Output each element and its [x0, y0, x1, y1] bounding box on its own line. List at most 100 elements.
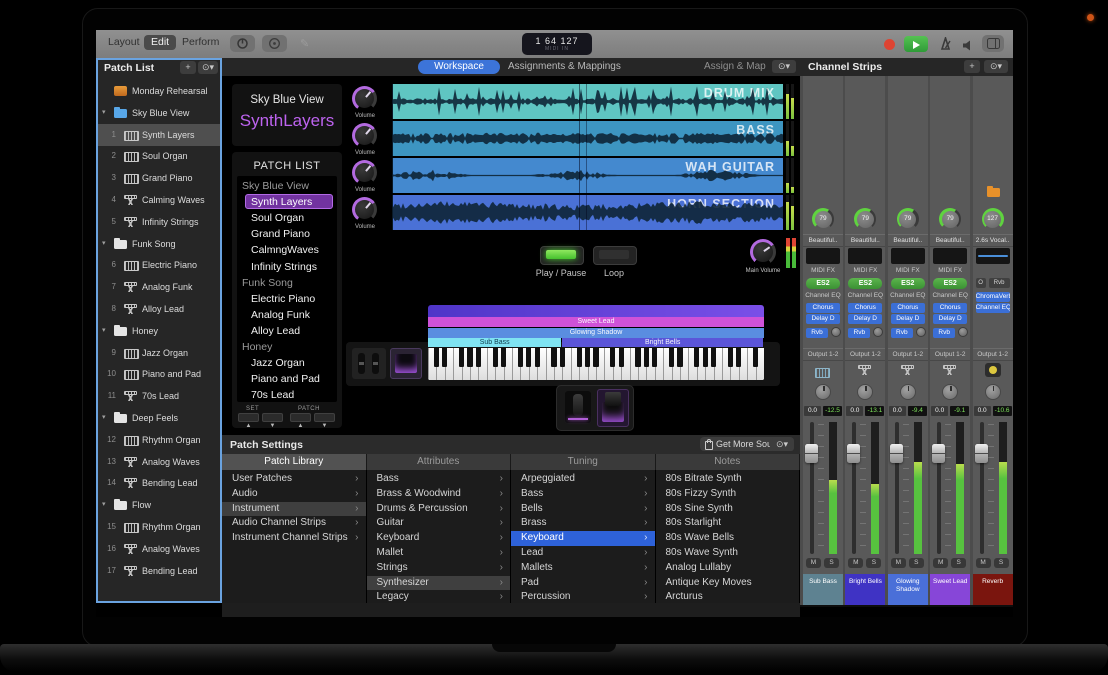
fader-track[interactable] — [852, 422, 856, 554]
browser-row[interactable]: Brass› — [511, 516, 655, 531]
output-label[interactable]: Output 1-2 — [973, 348, 1013, 361]
black-key[interactable] — [728, 348, 733, 367]
solo-button[interactable]: S — [824, 558, 839, 568]
browser-row[interactable]: 80s Wave Synth — [656, 546, 800, 561]
main-volume-knob[interactable] — [750, 239, 776, 265]
tab-attributes[interactable]: Attributes — [367, 454, 512, 470]
edit-pencil-icon[interactable]: ✎ — [300, 37, 309, 50]
browser-row[interactable]: Brass & Woodwind› — [367, 487, 511, 502]
output-label[interactable]: Output 1-2 — [888, 348, 928, 361]
solo-button[interactable]: S — [994, 558, 1009, 568]
black-key[interactable] — [577, 348, 582, 367]
patch-tree-row[interactable]: 4Calming Waves — [98, 189, 220, 211]
black-key[interactable] — [585, 348, 590, 367]
disclosure-triangle-icon[interactable]: ▾ — [102, 108, 106, 116]
black-key[interactable] — [535, 348, 540, 367]
solo-button[interactable]: S — [909, 558, 924, 568]
fader-cap[interactable] — [890, 444, 903, 463]
black-key[interactable] — [593, 348, 598, 367]
eq-thumbnail[interactable] — [848, 248, 882, 264]
widget-row-header[interactable]: Sky Blue View — [237, 178, 337, 194]
black-key[interactable] — [526, 348, 531, 367]
patch-list-menu-button[interactable]: ⊙▾ — [198, 61, 218, 74]
patch-tree-row[interactable]: ▾Deep Feels — [98, 407, 220, 429]
sustain-pedal[interactable] — [597, 389, 629, 427]
add-channel-strip-button[interactable]: + — [964, 60, 980, 73]
patch-down-button[interactable] — [290, 413, 311, 422]
pitch-wheel[interactable] — [358, 353, 365, 374]
widget-row-header[interactable]: Funk Song — [237, 275, 337, 291]
black-key[interactable] — [610, 348, 615, 367]
browser-row[interactable]: Mallets› — [511, 561, 655, 576]
fader-cap[interactable] — [847, 444, 860, 463]
mute-button[interactable]: M — [848, 558, 863, 568]
layer-band[interactable]: Bright Bells — [562, 338, 763, 347]
black-key[interactable] — [560, 348, 565, 367]
send-slot-rvb[interactable]: Rvb — [933, 328, 955, 338]
black-key[interactable] — [711, 348, 716, 367]
widget-row-item[interactable]: CalmngWaves — [237, 242, 337, 258]
channel-strips-menu-button[interactable]: ⊙▾ — [984, 60, 1008, 73]
browser-row[interactable]: Drums & Percussion› — [367, 502, 511, 517]
channel-eq-dim-label[interactable]: Channel EQ — [888, 292, 928, 299]
workspace-menu-button[interactable]: ⊙▾ — [772, 60, 796, 73]
widget-row-item[interactable]: Infinity Strings — [237, 259, 337, 275]
patch-tree-row[interactable]: 1Synth Layers — [98, 124, 220, 146]
black-key[interactable] — [669, 348, 674, 367]
audio-fx-slot[interactable]: Chorus — [848, 303, 882, 313]
black-key[interactable] — [652, 348, 657, 367]
disclosure-triangle-icon[interactable]: ▾ — [102, 239, 106, 247]
track-waveform-region[interactable]: HORN SECTION — [392, 195, 783, 230]
browser-row[interactable]: Lead› — [511, 546, 655, 561]
add-patch-button[interactable]: + — [180, 61, 196, 74]
eq-thumbnail[interactable] — [976, 248, 1010, 264]
layer-band-top[interactable] — [428, 305, 764, 317]
instrument-slot-es2[interactable]: ES2 — [806, 278, 840, 289]
pan-knob[interactable] — [985, 384, 1001, 400]
channel-eq-dim-label[interactable]: Channel EQ — [803, 292, 843, 299]
patch-tree-row[interactable]: 3Grand Piano — [98, 167, 220, 189]
channel-eq-dim-label[interactable]: Channel EQ — [845, 292, 885, 299]
strip-level-knob[interactable]: 127 — [982, 208, 1004, 230]
black-key[interactable] — [518, 348, 523, 367]
send-slot-rvb[interactable]: Rvb — [848, 328, 870, 338]
patch-tree-row[interactable]: 9Jazz Organ — [98, 342, 220, 364]
widget-row-item[interactable]: Electric Piano — [237, 291, 337, 307]
audio-fx-slot[interactable]: Delay D — [806, 314, 840, 324]
send-slot-rvb[interactable]: Rvb — [806, 328, 828, 338]
fader-cap[interactable] — [805, 444, 818, 463]
solo-button[interactable]: S — [866, 558, 881, 568]
audio-fx-slot[interactable]: Delay D — [848, 314, 882, 324]
disclosure-triangle-icon[interactable]: ▾ — [102, 500, 106, 508]
widget-row-item[interactable]: Jazz Organ — [237, 355, 337, 371]
strip-preset-label[interactable]: 2.6s Vocal.. — [973, 234, 1013, 247]
strip-preset-label[interactable]: Beautiful.. — [888, 234, 928, 247]
pan-knob[interactable] — [900, 384, 916, 400]
black-key[interactable] — [677, 348, 682, 367]
strip-preset-label[interactable]: Beautiful.. — [930, 234, 970, 247]
black-key[interactable] — [736, 348, 741, 367]
browser-row[interactable]: Analog Lullaby — [656, 561, 800, 576]
browser-row[interactable]: Keyboard› — [367, 531, 511, 546]
track-waveform-region[interactable]: BASS — [392, 121, 783, 156]
browser-row[interactable]: Bells› — [511, 502, 655, 517]
browser-row[interactable]: User Patches› — [222, 472, 366, 487]
send-knob[interactable] — [958, 327, 968, 337]
loop-screen-button[interactable] — [593, 246, 637, 265]
browser-row[interactable]: Bass› — [367, 472, 511, 487]
widget-row-item[interactable]: Piano and Pad — [237, 371, 337, 387]
patch-tree-row[interactable]: 5Infinity Strings — [98, 211, 220, 233]
browser-row[interactable]: Instrument Channel Strips› — [222, 531, 366, 546]
browser-row[interactable]: Instrument› — [222, 502, 366, 517]
patch-tree-row[interactable]: 15Rhythm Organ — [98, 516, 220, 538]
tab-notes[interactable]: Notes — [656, 454, 801, 470]
audio-fx-slot[interactable]: Channel EQ — [976, 303, 1010, 313]
browser-row[interactable]: 80s Bitrate Synth — [656, 472, 800, 487]
patch-tree-row[interactable]: 17Bending Lead — [98, 560, 220, 582]
browser-row[interactable]: Guitar› — [367, 516, 511, 531]
strip-level-knob[interactable]: 79 — [854, 208, 876, 230]
black-key[interactable] — [434, 348, 439, 367]
output-label[interactable]: Output 1-2 — [845, 348, 885, 361]
black-key[interactable] — [459, 348, 464, 367]
assign-map-button[interactable]: Assign & Map — [704, 61, 766, 72]
